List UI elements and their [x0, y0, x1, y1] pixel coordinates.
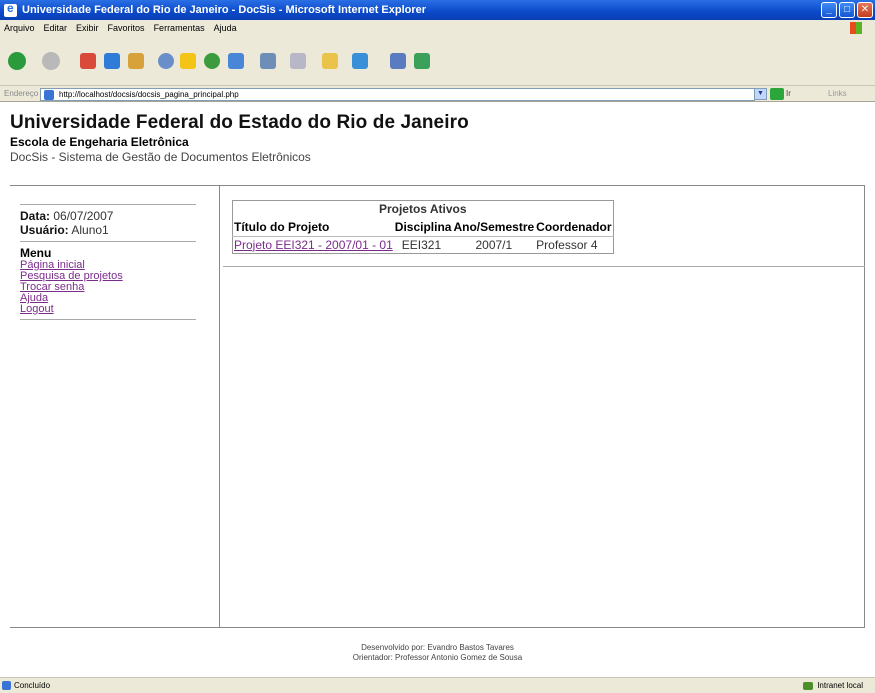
ie-icon — [4, 1, 17, 17]
user-value: Aluno1 — [71, 223, 109, 237]
discipline-cell: EEI321 — [401, 237, 442, 252]
sidebar-separator — [20, 241, 196, 242]
title-bar: Universidade Federal do Rio de Janeiro -… — [0, 0, 875, 20]
forward-icon[interactable] — [42, 52, 60, 70]
go-icon[interactable] — [770, 88, 784, 100]
search-icon[interactable] — [158, 53, 174, 69]
sidebar-separator — [20, 319, 196, 320]
footer-divider — [10, 627, 865, 628]
menu-ferramentas[interactable]: Ferramentas — [154, 23, 205, 33]
messenger-icon[interactable] — [352, 53, 368, 69]
menu-editar[interactable]: Editar — [44, 23, 68, 33]
footer-advisor: Orientador: Professor Antonio Gomez de S… — [352, 653, 523, 662]
address-input[interactable]: http://localhost/docsis/docsis_pagina_pr… — [40, 88, 755, 101]
menu-bar: Arquivo Editar Exibir Favoritos Ferramen… — [0, 20, 875, 36]
minimize-button[interactable]: _ — [821, 2, 837, 18]
table-row: Projeto EEI321 - 2007/01 - 01 EEI321 200… — [233, 236, 614, 253]
menu-title: Menu — [20, 246, 52, 260]
column-header: Título do Projeto — [232, 218, 394, 237]
stop-icon[interactable] — [80, 53, 96, 69]
page-footer: Desenvolvido por: Evandro Bastos Tavares… — [10, 643, 865, 663]
university-title: Universidade Federal do Estado do Rio de… — [10, 112, 469, 133]
right-border — [864, 185, 865, 627]
sidebar-separator — [20, 204, 196, 205]
maximize-button[interactable]: □ — [839, 2, 855, 18]
sidebar-divider — [219, 185, 220, 627]
go-button[interactable]: Ir — [786, 89, 791, 98]
window-title: Universidade Federal do Rio de Janeiro -… — [22, 4, 427, 16]
edit-icon[interactable] — [290, 53, 306, 69]
coordinator-cell: Professor 4 — [536, 237, 598, 252]
address-url: http://localhost/docsis/docsis_pagina_pr… — [59, 90, 239, 99]
menu-favoritos[interactable]: Favoritos — [108, 23, 145, 33]
address-dropdown-icon[interactable]: ▼ — [754, 88, 767, 100]
header-divider — [10, 185, 865, 186]
date-line: Data: 06/07/2007 — [20, 209, 196, 223]
project-link[interactable]: Projeto EEI321 - 2007/01 - 01 — [234, 238, 393, 252]
table-header-row: Título do Projeto Disciplina Ano/Semestr… — [232, 218, 614, 237]
main-content: Projetos Ativos Título do Projeto Discip… — [232, 200, 614, 254]
address-label: Endereço — [4, 89, 39, 98]
school-name: Escola de Engeharia Eletrônica — [10, 135, 189, 149]
close-button[interactable]: ✕ — [857, 2, 873, 18]
footer-developer: Desenvolvido por: Evandro Bastos Tavares — [361, 643, 514, 652]
date-label: Data: — [20, 209, 51, 223]
history-icon[interactable] — [204, 53, 220, 69]
menu-link-logout[interactable]: Logout — [20, 304, 196, 315]
menu-ajuda[interactable]: Ajuda — [214, 23, 237, 33]
sidebar: Data: 06/07/2007 Usuário: Aluno1 Menu Pá… — [20, 200, 196, 324]
links-button[interactable]: Links — [828, 89, 847, 98]
mail-icon[interactable] — [228, 53, 244, 69]
status-text: Concluído — [0, 681, 50, 690]
date-value: 06/07/2007 — [53, 209, 114, 223]
research-icon[interactable] — [390, 53, 406, 69]
page-icon — [44, 90, 54, 100]
home-icon[interactable] — [128, 53, 144, 69]
system-name: DocSis - Sistema de Gestão de Documentos… — [10, 150, 311, 164]
windows-logo-icon — [850, 22, 862, 34]
content-separator — [223, 266, 865, 267]
menu-exibir[interactable]: Exibir — [76, 23, 99, 33]
back-icon[interactable] — [8, 52, 26, 70]
user-label: Usuário: — [20, 223, 69, 237]
folder-icon[interactable] — [322, 53, 338, 69]
tools-icon[interactable] — [414, 53, 430, 69]
semester-cell: 2007/1 — [475, 237, 513, 252]
user-line: Usuário: Aluno1 — [20, 223, 196, 237]
projects-table-title: Projetos Ativos — [378, 202, 467, 216]
refresh-icon[interactable] — [104, 53, 120, 69]
projects-table: Projetos Ativos Título do Projeto Discip… — [232, 200, 614, 254]
column-header: Disciplina — [393, 218, 453, 237]
status-bar: Concluído Intranet local — [0, 677, 875, 693]
project-title-cell: Projeto EEI321 - 2007/01 - 01 — [233, 236, 394, 253]
menu-arquivo[interactable]: Arquivo — [4, 23, 35, 33]
column-header: Coordenador — [535, 218, 614, 237]
column-header: Ano/Semestre — [452, 218, 536, 237]
favorites-icon[interactable] — [180, 53, 196, 69]
page-header: Universidade Federal do Estado do Rio de… — [10, 112, 469, 164]
page-viewport — [10, 102, 865, 676]
security-zone: Intranet local — [803, 681, 863, 690]
print-icon[interactable] — [260, 53, 276, 69]
